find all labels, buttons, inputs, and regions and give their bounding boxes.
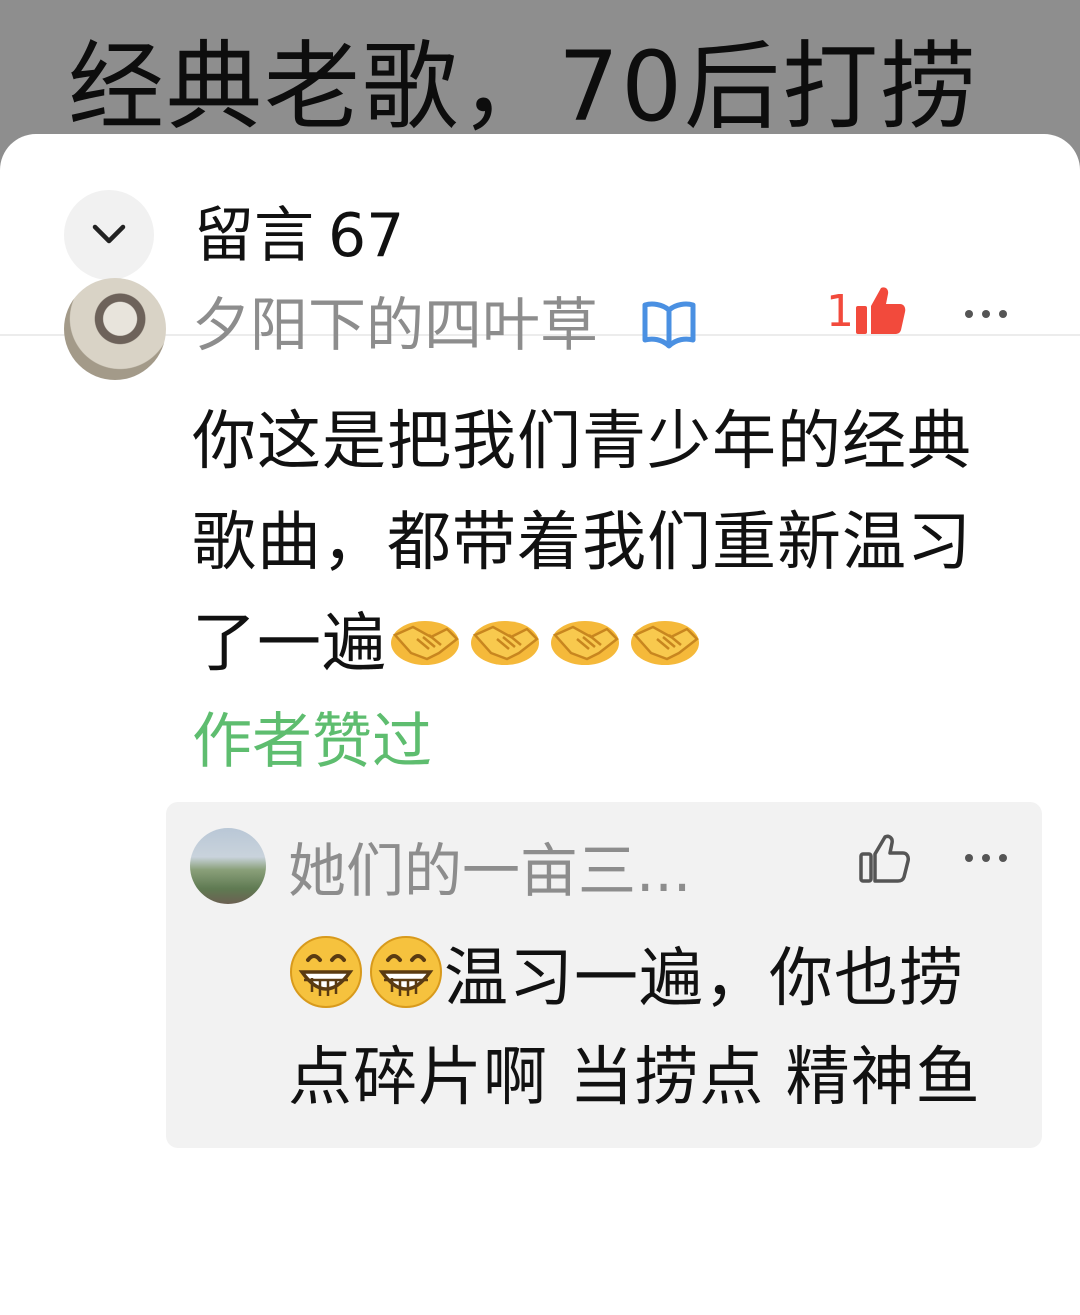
- reply-more-options-icon[interactable]: [962, 848, 1010, 868]
- verified-book-icon: [642, 301, 696, 349]
- author-liked-label: 作者赞过: [192, 707, 432, 777]
- reply-text: 温习一遍，你也捞点碎片啊 当捞点 精神鱼: [288, 930, 1028, 1128]
- handshake-icon: [551, 621, 619, 665]
- comments-title: 留言 67: [194, 200, 404, 272]
- comment-username[interactable]: 夕阳下的四叶草: [192, 290, 598, 360]
- handshake-icon: [631, 621, 699, 665]
- thumbs-up-outline-icon[interactable]: [856, 830, 912, 886]
- comments-title-label: 留言: [194, 201, 314, 271]
- handshake-icon: [391, 621, 459, 665]
- comment-text: 你这是把我们青少年的经典歌曲，都带着我们重新温习了一遍: [192, 392, 1012, 695]
- thumbs-up-filled-icon[interactable]: [852, 282, 908, 338]
- handshake-icon: [471, 621, 539, 665]
- reply-avatar[interactable]: [190, 828, 266, 904]
- article-title: 经典老歌，70后打捞: [68, 31, 979, 143]
- comment-emoji-group: [387, 609, 703, 673]
- chevron-down-icon: [92, 224, 126, 244]
- like-count: 1: [826, 286, 854, 337]
- collapse-button[interactable]: [64, 190, 154, 280]
- reply-username[interactable]: 她们的一亩三...: [288, 836, 691, 906]
- grinning-face-icon: [370, 936, 442, 1008]
- more-options-icon[interactable]: [962, 304, 1010, 324]
- avatar[interactable]: [64, 278, 166, 380]
- comments-count: 67: [328, 201, 405, 271]
- grinning-face-icon: [290, 936, 362, 1008]
- reply-emoji-group: [288, 934, 444, 1010]
